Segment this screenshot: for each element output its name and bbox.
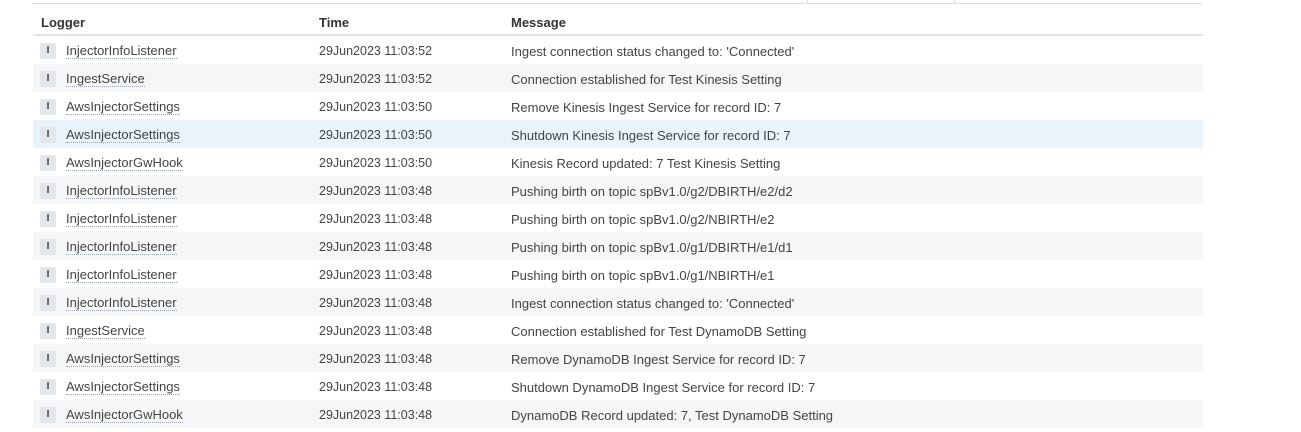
log-message: Remove DynamoDB Ingest Service for recor… — [511, 352, 806, 367]
log-level-badge: I — [40, 183, 56, 199]
log-message: Connection established for Test DynamoDB… — [511, 324, 807, 339]
logger-name-link[interactable]: InjectorInfoListener — [66, 267, 177, 283]
log-time: 29Jun2023 11:03:48 — [319, 324, 433, 338]
log-time: 29Jun2023 11:03:50 — [319, 100, 433, 114]
filter-divider — [807, 0, 808, 4]
table-row[interactable]: I AwsInjectorSettings 29Jun2023 11:03:50 Re… — [33, 92, 1203, 120]
log-level-badge: I — [40, 351, 56, 367]
column-header-logger[interactable]: Logger — [41, 15, 85, 30]
log-message: Shutdown DynamoDB Ingest Service for rec… — [511, 380, 816, 395]
log-level-badge: I — [40, 99, 56, 115]
log-time: 29Jun2023 11:03:48 — [319, 240, 433, 254]
logger-name-link[interactable]: IngestService — [66, 71, 145, 87]
top-filter-strip — [32, 0, 1202, 4]
table-row[interactable]: I AwsInjectorSettings 29Jun2023 11:03:48 Sh… — [33, 372, 1203, 400]
logger-name-link[interactable]: AwsInjectorSettings — [66, 379, 180, 395]
table-row[interactable]: I AwsInjectorGwHook 29Jun2023 11:03:50 Kine… — [33, 148, 1203, 176]
table-row[interactable]: I AwsInjectorSettings 29Jun2023 11:03:50 Sh… — [33, 120, 1203, 148]
log-level-badge: I — [40, 211, 56, 227]
table-row[interactable]: I InjectorInfoListener 29Jun2023 11:03:48 P… — [33, 260, 1203, 288]
log-level-badge: I — [40, 323, 56, 339]
log-level-badge: I — [40, 71, 56, 87]
log-message: Shutdown Kinesis Ingest Service for reco… — [511, 128, 791, 143]
log-level-badge: I — [40, 127, 56, 143]
log-time: 29Jun2023 11:03:48 — [319, 296, 433, 310]
log-time: 29Jun2023 11:03:48 — [319, 212, 433, 226]
table-row[interactable]: I AwsInjectorGwHook 29Jun2023 11:03:48 Dyna… — [33, 400, 1203, 428]
log-level-badge: I — [40, 239, 56, 255]
log-message: Pushing birth on topic spBv1.0/g1/DBIRTH… — [511, 240, 793, 255]
table-row[interactable]: I InjectorInfoListener 29Jun2023 11:03:52 I… — [33, 36, 1203, 64]
logger-name-link[interactable]: InjectorInfoListener — [66, 295, 177, 311]
filter-divider — [954, 0, 955, 4]
logger-name-link[interactable]: AwsInjectorSettings — [66, 99, 180, 115]
log-time: 29Jun2023 11:03:48 — [319, 268, 433, 282]
log-time: 29Jun2023 11:03:48 — [319, 380, 433, 394]
log-level-badge: I — [40, 155, 56, 171]
logger-name-link[interactable]: InjectorInfoListener — [66, 211, 177, 227]
table-row[interactable]: I IngestService 29Jun2023 11:03:52 Connecti… — [33, 64, 1203, 92]
log-time: 29Jun2023 11:03:48 — [319, 408, 433, 422]
log-message: Pushing birth on topic spBv1.0/g2/DBIRTH… — [511, 184, 793, 199]
table-row[interactable]: I AwsInjectorSettings 29Jun2023 11:03:48 Re… — [33, 344, 1203, 372]
log-level-badge: I — [40, 43, 56, 59]
log-message: Kinesis Record updated: 7 Test Kinesis S… — [511, 156, 781, 171]
table-body: I InjectorInfoListener 29Jun2023 11:03:52 I… — [33, 36, 1203, 428]
log-message: Remove Kinesis Ingest Service for record… — [511, 100, 782, 115]
log-time: 29Jun2023 11:03:48 — [319, 184, 433, 198]
log-message: Ingest connection status changed to: 'Co… — [511, 44, 795, 59]
table-row[interactable]: I InjectorInfoListener 29Jun2023 11:03:48 P… — [33, 232, 1203, 260]
table-row[interactable]: I InjectorInfoListener 29Jun2023 11:03:48 I… — [33, 288, 1203, 316]
log-message: Connection established for Test Kinesis … — [511, 72, 782, 87]
log-table: Logger Time Message I InjectorInfoListene… — [33, 8, 1203, 428]
log-time: 29Jun2023 11:03:48 — [319, 352, 433, 366]
log-message: Pushing birth on topic spBv1.0/g1/NBIRTH… — [511, 268, 775, 283]
log-level-badge: I — [40, 407, 56, 423]
table-row[interactable]: I InjectorInfoListener 29Jun2023 11:03:48 P… — [33, 176, 1203, 204]
log-level-badge: I — [40, 267, 56, 283]
log-level-badge: I — [40, 295, 56, 311]
logger-name-link[interactable]: InjectorInfoListener — [66, 43, 177, 59]
log-time: 29Jun2023 11:03:50 — [319, 156, 433, 170]
log-message: Ingest connection status changed to: 'Co… — [511, 296, 795, 311]
logger-name-link[interactable]: AwsInjectorGwHook — [66, 155, 183, 171]
logger-name-link[interactable]: IngestService — [66, 323, 145, 339]
logger-name-link[interactable]: InjectorInfoListener — [66, 239, 177, 255]
logger-name-link[interactable]: AwsInjectorGwHook — [66, 407, 183, 423]
logger-name-link[interactable]: AwsInjectorSettings — [66, 127, 180, 143]
log-time: 29Jun2023 11:03:52 — [319, 72, 433, 86]
table-row[interactable]: I IngestService 29Jun2023 11:03:48 Connecti… — [33, 316, 1203, 344]
log-level-badge: I — [40, 379, 56, 395]
log-time: 29Jun2023 11:03:52 — [319, 44, 433, 58]
logger-name-link[interactable]: AwsInjectorSettings — [66, 351, 180, 367]
log-message: DynamoDB Record updated: 7, Test DynamoD… — [511, 408, 834, 423]
log-time: 29Jun2023 11:03:50 — [319, 128, 433, 142]
log-message: Pushing birth on topic spBv1.0/g2/NBIRTH… — [511, 212, 775, 227]
table-row[interactable]: I InjectorInfoListener 29Jun2023 11:03:48 P… — [33, 204, 1203, 232]
column-header-message[interactable]: Message — [511, 15, 566, 30]
table-header: Logger Time Message — [33, 8, 1203, 36]
column-header-time[interactable]: Time — [319, 15, 349, 30]
logger-name-link[interactable]: InjectorInfoListener — [66, 183, 177, 199]
